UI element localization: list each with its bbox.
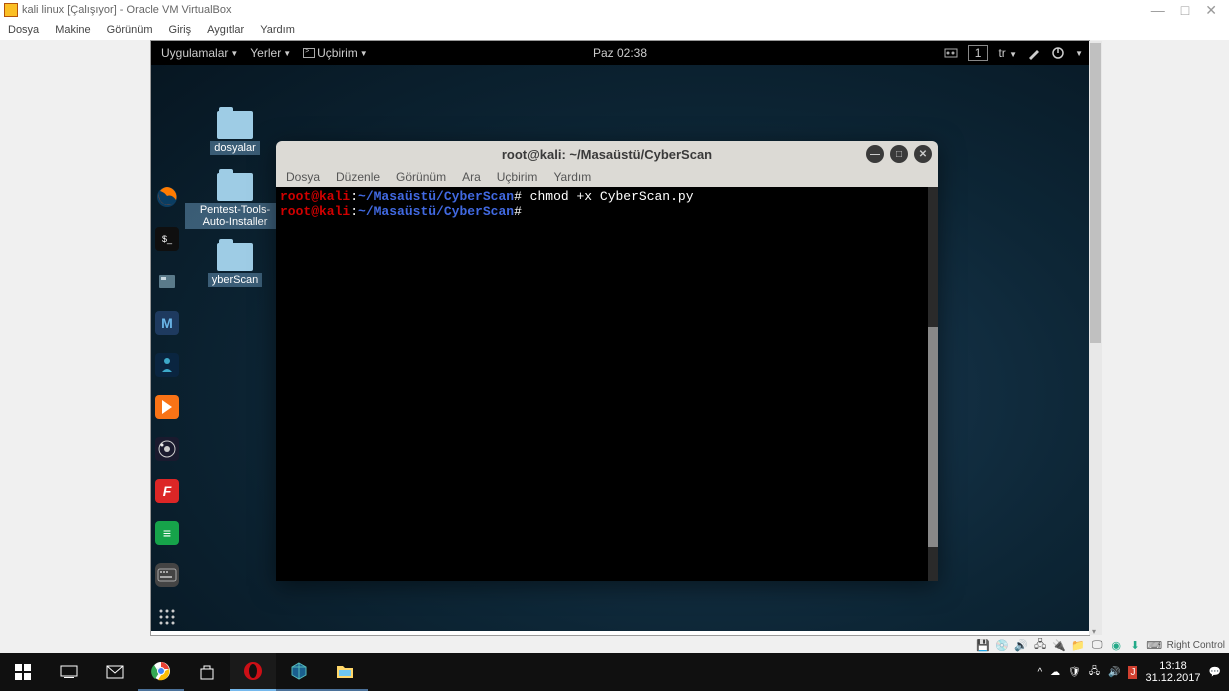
menu-dosya[interactable]: Dosya xyxy=(8,24,39,36)
network-icon[interactable]: 🖧 xyxy=(1034,639,1047,652)
menu-aygitlar[interactable]: Aygıtlar xyxy=(207,24,244,36)
volume-icon[interactable]: 🔊 xyxy=(1108,667,1120,678)
task-view-icon[interactable] xyxy=(46,653,92,691)
security-icon[interactable]: 🛡 xyxy=(1068,667,1081,678)
terminal-icon xyxy=(303,48,315,58)
wireshark-icon[interactable]: ≡ xyxy=(155,521,179,545)
maximize-icon[interactable]: □ xyxy=(890,145,908,163)
terminal-menubar: Dosya Düzenle Görünüm Ara Uçbirim Yardım xyxy=(276,167,938,187)
network-tray-icon[interactable]: 🖧 xyxy=(1089,664,1100,681)
audio-icon[interactable]: 🔊 xyxy=(1015,639,1028,652)
maltego-icon[interactable] xyxy=(155,353,179,377)
places-menu[interactable]: Yerler▼ xyxy=(246,46,295,60)
host-window-titlebar: kali linux [Çalışıyor] - Oracle VM Virtu… xyxy=(0,0,1229,20)
recording-icon[interactable]: ◉ xyxy=(1110,639,1123,652)
metasploit-icon[interactable]: M xyxy=(155,311,179,335)
virtualbox-statusbar: 💾 💿 🔊 🖧 🔌 📁 🖵 ◉ ⬇ ⌨ Right Control xyxy=(150,637,1229,653)
mouse-integration-icon[interactable]: ⬇ xyxy=(1129,639,1142,652)
display-icon[interactable]: 🖵 xyxy=(1091,639,1104,652)
kali-dock: $_ M F ≡ xyxy=(151,181,183,631)
term-menu-ucbirim[interactable]: Uçbirim xyxy=(497,170,538,184)
taskbar-clock[interactable]: 13:18 31.12.2017 xyxy=(1145,660,1200,684)
kali-desktop[interactable]: Uygulamalar▼ Yerler▼ Uçbirim▼ Paz 02:38 … xyxy=(151,41,1089,631)
chrome-icon[interactable] xyxy=(138,653,184,691)
screencast-icon[interactable] xyxy=(944,47,958,59)
show-apps-icon[interactable] xyxy=(155,605,179,629)
close-button[interactable]: ✕ xyxy=(1205,2,1217,19)
shared-folders-icon[interactable]: 📁 xyxy=(1072,639,1085,652)
host-menubar: Dosya Makine Görünüm Giriş Aygıtlar Yard… xyxy=(0,20,1229,40)
folder-pentest-tools[interactable]: Pentest-Tools-Auto-Installer xyxy=(185,173,285,229)
term-menu-yardim[interactable]: Yardım xyxy=(553,170,591,184)
minimize-button[interactable]: — xyxy=(1151,2,1165,19)
folder-icon xyxy=(217,173,253,201)
menu-gorunum[interactable]: Görünüm xyxy=(107,24,153,36)
start-button[interactable] xyxy=(0,653,46,691)
folder-icon xyxy=(217,243,253,271)
term-menu-duzenle[interactable]: Düzenle xyxy=(336,170,380,184)
hard-disk-icon[interactable]: 💾 xyxy=(977,639,990,652)
term-menu-dosya[interactable]: Dosya xyxy=(286,170,320,184)
menu-makine[interactable]: Makine xyxy=(55,24,90,36)
virtualbox-icon xyxy=(4,3,18,17)
onscreen-keyboard-icon[interactable] xyxy=(155,563,179,587)
opera-icon[interactable] xyxy=(230,653,276,691)
host-key-label: Right Control xyxy=(1167,640,1225,651)
virtualbox-task-icon[interactable] xyxy=(276,653,322,691)
menu-giris[interactable]: Giriş xyxy=(169,24,192,36)
mail-icon[interactable] xyxy=(92,653,138,691)
microsoft-store-icon[interactable] xyxy=(184,653,230,691)
tray-chevron-icon[interactable]: ^ xyxy=(1037,667,1042,678)
term-menu-ara[interactable]: Ara xyxy=(462,170,481,184)
optical-drive-icon[interactable]: 💿 xyxy=(996,639,1009,652)
menu-yardim[interactable]: Yardım xyxy=(260,24,295,36)
vm-display-area: Uygulamalar▼ Yerler▼ Uçbirim▼ Paz 02:38 … xyxy=(150,40,1090,636)
usb-icon[interactable]: 🔌 xyxy=(1053,639,1066,652)
windows-taskbar: ^ ☁ 🛡 🖧 🔊 J 13:18 31.12.2017 💬 xyxy=(0,653,1229,691)
power-icon[interactable] xyxy=(1051,46,1065,60)
keyboard-layout[interactable]: tr ▼ xyxy=(998,46,1017,60)
explorer-icon[interactable] xyxy=(322,653,368,691)
terminal-line: root@kali:~/Masaüstü/CyberScan# chmod +x… xyxy=(280,189,934,204)
close-icon[interactable]: ✕ xyxy=(914,145,932,163)
firefox-icon[interactable] xyxy=(155,185,179,209)
terminal-body[interactable]: root@kali:~/Masaüstü/CyberScan# chmod +x… xyxy=(276,187,938,581)
brush-icon[interactable] xyxy=(1027,46,1041,60)
host-window-title: kali linux [Çalışıyor] - Oracle VM Virtu… xyxy=(22,4,1151,16)
folder-cyberscan[interactable]: yberScan xyxy=(185,243,285,287)
keyboard-icon[interactable]: ⌨ xyxy=(1148,639,1161,652)
terminal-launcher[interactable]: Uçbirim▼ xyxy=(299,46,372,60)
minimize-icon[interactable]: — xyxy=(866,145,884,163)
terminal-dock-icon[interactable]: $_ xyxy=(155,227,179,251)
burp-icon[interactable] xyxy=(155,395,179,419)
maximize-button[interactable]: □ xyxy=(1181,2,1189,19)
system-tray: ^ ☁ 🛡 🖧 🔊 J 13:18 31.12.2017 💬 xyxy=(1037,660,1229,684)
kali-topbar: Uygulamalar▼ Yerler▼ Uçbirim▼ Paz 02:38 … xyxy=(151,41,1089,65)
terminal-scrollbar[interactable] xyxy=(928,187,938,581)
onedrive-icon[interactable]: ☁ xyxy=(1050,667,1060,678)
terminal-line: root@kali:~/Masaüstü/CyberScan# xyxy=(280,204,934,219)
action-center-icon[interactable]: 💬 xyxy=(1209,667,1221,678)
term-menu-gorunum[interactable]: Görünüm xyxy=(396,170,446,184)
clock[interactable]: Paz 02:38 xyxy=(593,46,647,60)
terminal-window[interactable]: root@kali: ~/Masaüstü/CyberScan — □ ✕ Do… xyxy=(276,141,938,581)
folder-icon xyxy=(217,111,253,139)
faraday-icon[interactable]: F xyxy=(155,479,179,503)
terminal-titlebar[interactable]: root@kali: ~/Masaüstü/CyberScan — □ ✕ xyxy=(276,141,938,167)
input-method-icon[interactable]: J xyxy=(1128,666,1137,679)
desktop-icons: dosyalar Pentest-Tools-Auto-Installer yb… xyxy=(185,111,285,287)
zenmap-icon[interactable] xyxy=(155,437,179,461)
terminal-title: root@kali: ~/Masaüstü/CyberScan xyxy=(502,147,712,162)
apps-menu[interactable]: Uygulamalar▼ xyxy=(157,46,242,60)
vm-vertical-scrollbar[interactable] xyxy=(1089,41,1102,635)
files-icon[interactable] xyxy=(155,269,179,293)
folder-dosyalar[interactable]: dosyalar xyxy=(185,111,285,155)
workspace-indicator[interactable]: 1 xyxy=(968,45,989,61)
